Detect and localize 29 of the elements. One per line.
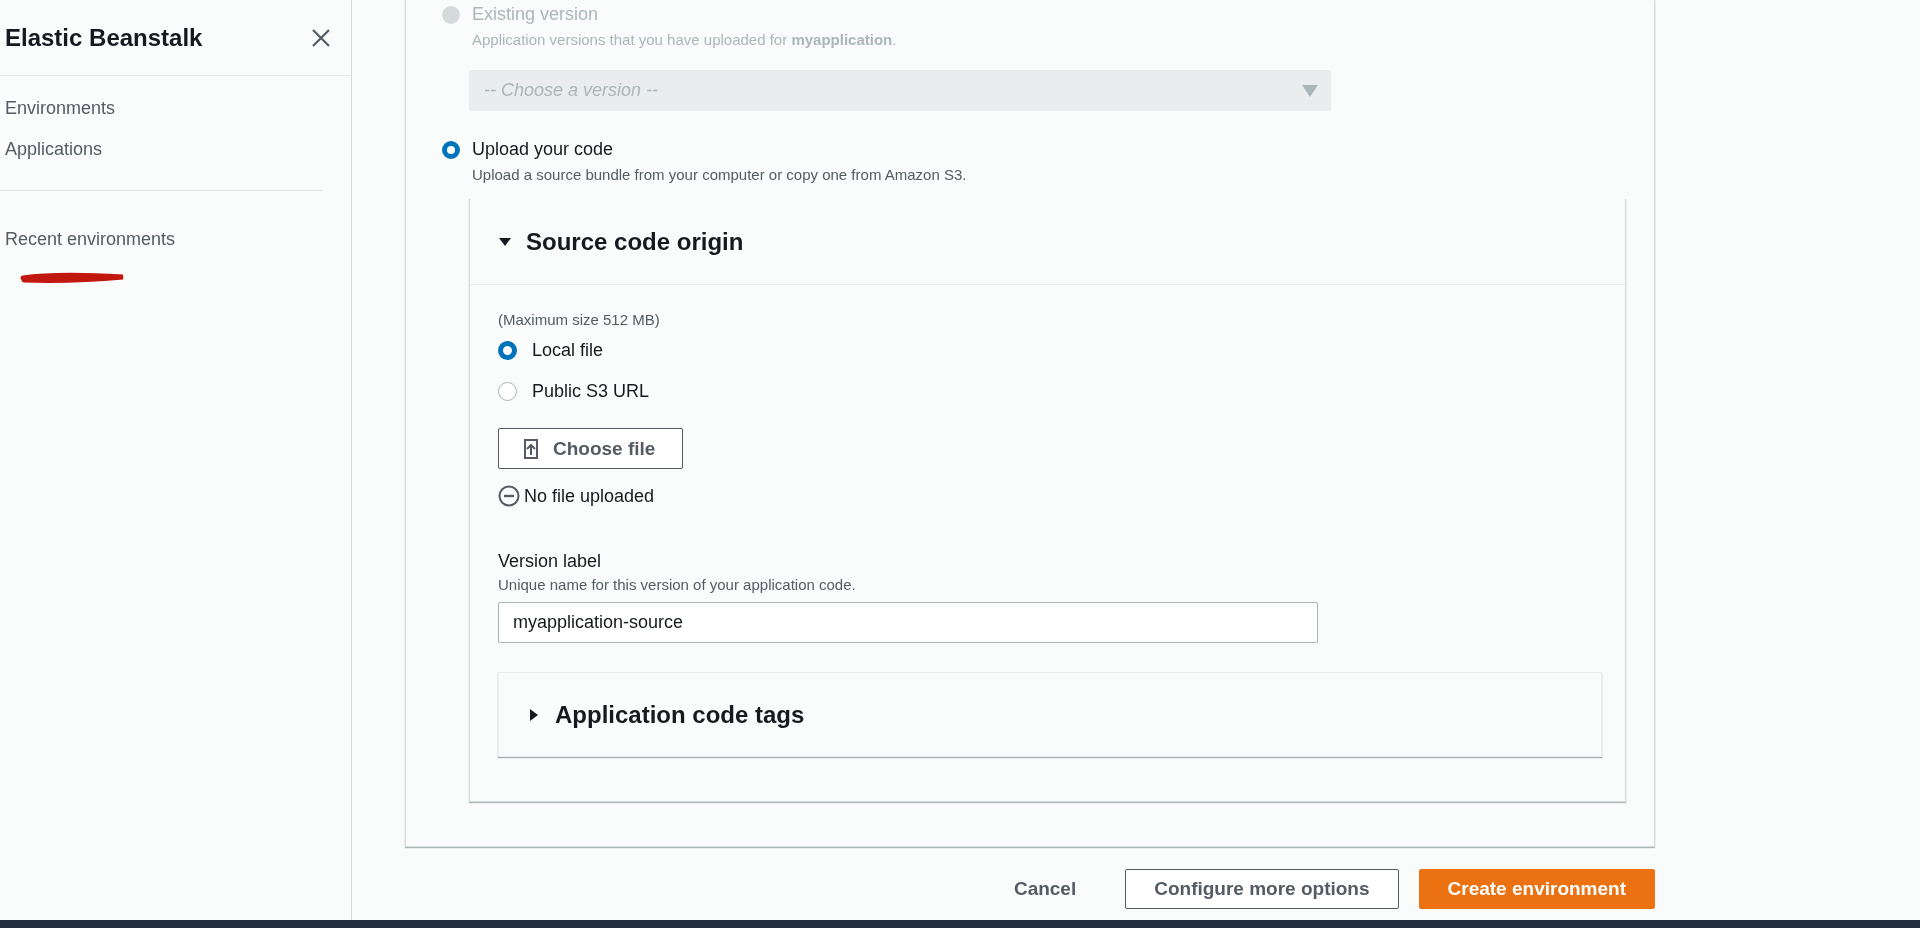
- section-header[interactable]: Application code tags: [498, 672, 1602, 757]
- size-note: (Maximum size 512 MB): [498, 311, 660, 328]
- nav-link[interactable]: Environments: [5, 98, 116, 119]
- nav-link[interactable]: Applications: [5, 139, 103, 160]
- upload-icon: [521, 438, 541, 459]
- field-hint: Unique name for this version of your application code.: [498, 576, 856, 593]
- option-label: Upload your code: [472, 139, 615, 160]
- choose-file-button[interactable]: Choose file: [498, 428, 684, 469]
- option-label: Existing version: [472, 4, 600, 25]
- option-description: Application versions that you have uploaded for myapplication.: [472, 31, 897, 48]
- file-status: No file uploaded: [524, 485, 655, 507]
- section-header[interactable]: Source code origin: [470, 199, 1625, 285]
- field-label: Version label: [498, 551, 602, 572]
- radio-label: Local file: [532, 340, 604, 361]
- section-heading: Recent environments: [4, 228, 177, 250]
- radio-option[interactable]: Public S3 URL: [498, 381, 650, 402]
- radio-label: Public S3 URL: [532, 381, 650, 402]
- minus-circle-icon: [498, 485, 520, 507]
- version-label-field[interactable]: myapplication-source: [498, 602, 1318, 643]
- radio-option[interactable]: Local file: [498, 340, 604, 361]
- secondary-button[interactable]: Configure more options: [1125, 869, 1399, 909]
- radio-button[interactable]: [442, 141, 460, 159]
- dropdown-arrow-icon: [1302, 84, 1318, 97]
- radio-button[interactable]: [498, 341, 517, 360]
- cancel-link[interactable]: Cancel: [984, 869, 1106, 909]
- radio-button[interactable]: [498, 382, 517, 401]
- close-icon[interactable]: [311, 27, 331, 48]
- sidebar-title: Elastic Beanstalk: [5, 23, 203, 52]
- option-description: Upload a source bundle from your computer or copy one from Amazon S3.: [472, 166, 967, 183]
